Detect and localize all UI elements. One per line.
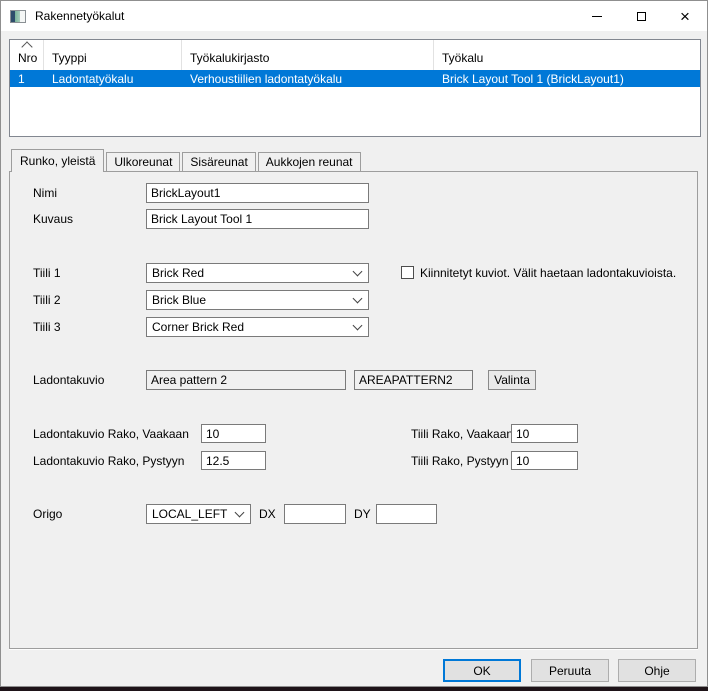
cell-tyokalu: Brick Layout Tool 1 (BrickLayout1) [434,72,700,86]
origo-select[interactable]: LOCAL_LEFT [146,504,251,524]
tiili-rako-pystyyn-input[interactable] [511,451,578,470]
tool-list-header: Nro Tyyppi Työkalukirjasto Työkalu [10,40,700,70]
tiili3-label: Tiili 3 [33,320,61,334]
column-header-label: Nro [18,51,37,65]
nimi-label: Nimi [33,186,57,200]
close-button[interactable]: × [663,1,707,31]
app-icon [10,10,26,23]
column-header-label: Työkalu [442,51,483,65]
cell-tyokalukirjasto: Verhoustiilien ladontatyökalu [182,72,434,86]
tab-aukkojen-reunat[interactable]: Aukkojen reunat [258,152,361,171]
tab-sisareunat[interactable]: Sisäreunat [182,152,255,171]
chevron-down-icon [353,266,363,276]
minimize-icon [592,16,602,17]
ladontakuvio-rako-pystyyn-input[interactable] [201,451,266,470]
tiili2-label: Tiili 2 [33,293,61,307]
dx-label: DX [259,507,276,521]
tab-ulkoreunat[interactable]: Ulkoreunat [106,152,180,171]
tiili3-select[interactable]: Corner Brick Red [146,317,369,337]
origo-selected-value: LOCAL_LEFT [152,507,236,521]
ladontakuvio-label: Ladontakuvio [33,373,104,387]
minimize-button[interactable] [575,1,619,31]
chevron-down-icon [353,320,363,330]
ladontakuvio-rako-pystyyn-label: Ladontakuvio Rako, Pystyyn [33,454,184,468]
window-title: Rakennetyökalut [35,9,124,23]
title-bar[interactable]: Rakennetyökalut × [1,1,707,31]
ladontakuvio-code-field[interactable] [354,370,473,390]
column-header-tyokalukirjasto[interactable]: Työkalukirjasto [182,40,434,70]
tiili2-select[interactable]: Brick Blue [146,290,369,310]
table-row[interactable]: 1 Ladontatyökalu Verhoustiilien ladontat… [10,70,700,87]
tiili-rako-pystyyn-label: Tiili Rako, Pystyyn [411,454,509,468]
column-header-label: Tyyppi [52,51,87,65]
tiili3-selected-value: Corner Brick Red [152,320,354,334]
close-icon: × [680,8,690,25]
ladontakuvio-rako-vaakaan-input[interactable] [201,424,266,443]
ladontakuvio-name-field[interactable] [146,370,346,390]
valinta-button[interactable]: Valinta [488,370,536,390]
ok-button[interactable]: OK [443,659,521,682]
peruuta-button[interactable]: Peruuta [531,659,609,682]
cell-nro: 1 [10,72,44,86]
tool-list: Nro Tyyppi Työkalukirjasto Työkalu 1 Lad… [9,39,701,137]
rakennetyokalut-dialog: Rakennetyökalut × Nro Tyyppi Työkalukirj… [0,0,708,687]
column-header-tyyppi[interactable]: Tyyppi [44,40,182,70]
nimi-input[interactable] [146,183,369,203]
tab-runko-yleista[interactable]: Runko, yleistä [11,149,104,172]
dx-input[interactable] [284,504,346,524]
column-header-tyokalu[interactable]: Työkalu [434,40,700,70]
column-header-label: Työkalukirjasto [190,51,269,65]
tiili1-selected-value: Brick Red [152,266,354,280]
maximize-icon [637,12,646,21]
kuvaus-label: Kuvaus [33,212,73,226]
dy-label: DY [354,507,371,521]
chevron-down-icon [235,507,245,517]
tiili-rako-vaakaan-input[interactable] [511,424,578,443]
kiinnitetyt-label: Kiinnitetyt kuviot. Välit haetaan ladont… [420,266,676,280]
kiinnitetyt-checkbox[interactable] [401,266,414,279]
tiili2-selected-value: Brick Blue [152,293,354,307]
tab-strip: Runko, yleistä Ulkoreunat Sisäreunat Auk… [11,149,363,172]
chevron-down-icon [353,293,363,303]
origo-label: Origo [33,507,62,521]
tiili1-label: Tiili 1 [33,266,61,280]
ladontakuvio-rako-vaakaan-label: Ladontakuvio Rako, Vaakaan [33,427,189,441]
ohje-button[interactable]: Ohje [618,659,696,682]
tab-page-runko-yleista: Nimi Kuvaus Tiili 1 Brick Red Tiili 2 Br… [9,171,698,649]
dy-input[interactable] [376,504,437,524]
kuvaus-input[interactable] [146,209,369,229]
cell-tyyppi: Ladontatyökalu [44,72,182,86]
tiili1-select[interactable]: Brick Red [146,263,369,283]
tiili-rako-vaakaan-label: Tiili Rako, Vaakaan [411,427,513,441]
maximize-button[interactable] [619,1,663,31]
column-header-nro[interactable]: Nro [10,40,44,70]
